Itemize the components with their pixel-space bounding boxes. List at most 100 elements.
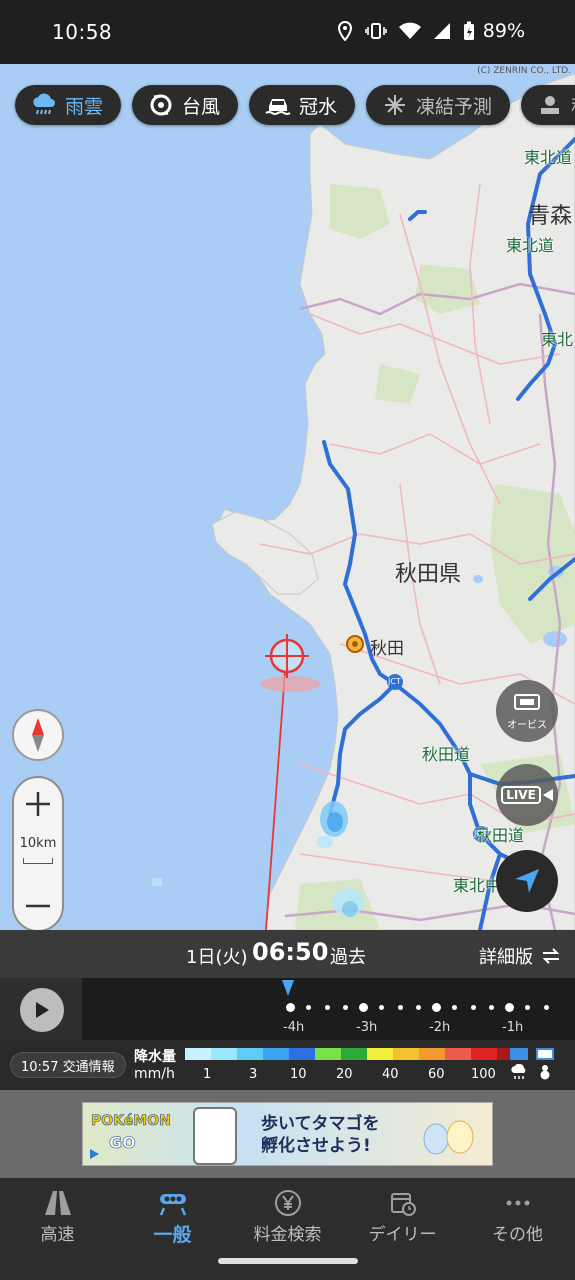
weather-map[interactable]: (C) ZENRIN CO., LTD. 青森 東北道 東北道 東北 秋田県 秋… xyxy=(0,64,575,930)
ad-brand-line1: POKéMON xyxy=(91,1113,171,1130)
rain-icon xyxy=(511,1064,526,1079)
yen-icon xyxy=(274,1188,302,1218)
crosshair-marker xyxy=(265,634,309,678)
traffic-signal-icon xyxy=(158,1188,188,1218)
map-canvas xyxy=(152,73,575,930)
timeline-dot[interactable] xyxy=(432,1003,441,1012)
battery-icon xyxy=(463,21,474,40)
target-shadow xyxy=(260,676,320,692)
nav-item-highway[interactable]: 高速 xyxy=(0,1188,115,1245)
nav-item-daily[interactable]: デイリー xyxy=(345,1188,460,1245)
nav-label: デイリー xyxy=(368,1225,437,1245)
nav-item-general[interactable]: 一般 xyxy=(115,1188,230,1247)
lake xyxy=(473,575,483,583)
plus-icon xyxy=(26,792,50,816)
chip-flooding[interactable]: 冠水 xyxy=(249,85,356,125)
speed-camera-icon xyxy=(514,693,540,710)
typhoon-icon xyxy=(148,92,174,118)
time-state: 過去 xyxy=(330,947,366,968)
timeline-dot[interactable] xyxy=(525,1005,531,1010)
zoom-out-button[interactable] xyxy=(14,882,62,930)
timeline-tick: -2h xyxy=(429,1020,451,1035)
location-icon xyxy=(337,21,352,41)
map-label-road: 東北 xyxy=(541,330,574,349)
chip-typhoon[interactable]: 台風 xyxy=(132,85,239,125)
chip-label: 凍結予測 xyxy=(416,95,493,118)
orbis-label: オービス xyxy=(507,719,547,731)
compass-button[interactable] xyxy=(12,709,64,761)
timeline-dot[interactable] xyxy=(306,1005,312,1010)
timeline-dot[interactable] xyxy=(342,1005,348,1010)
chip-label: 雨雲 xyxy=(65,95,104,118)
snow-legend-swatch xyxy=(536,1048,554,1060)
nav-item-more[interactable]: その他 xyxy=(460,1188,575,1245)
map-label-jct: JCT xyxy=(388,677,401,686)
ad-copy-line: 歩いてタマゴを xyxy=(261,1114,380,1134)
ad-brand-line2: GO xyxy=(109,1133,136,1153)
timeline-dot[interactable] xyxy=(543,1005,549,1010)
timeline-slider[interactable]: -4h -3h -2h -1h xyxy=(82,978,575,1040)
precipitation-legend: 10:57 交通情報 降水量 mm/h 1 3 10 20 40 60 100 xyxy=(0,1040,575,1090)
wifi-icon xyxy=(398,22,421,39)
map-scale: 10km xyxy=(19,836,57,851)
chip-rain-cloud[interactable]: 雨雲 xyxy=(15,85,122,125)
map-label-akita-pref: 秋田県 xyxy=(395,562,462,587)
snowflake-icon xyxy=(382,92,408,118)
legend-swatch xyxy=(419,1048,445,1060)
legend-value: 60 xyxy=(428,1067,445,1082)
legend-swatch xyxy=(185,1048,211,1060)
timeline-dot[interactable] xyxy=(324,1005,330,1010)
legend-value: 100 xyxy=(471,1067,496,1082)
legend-swatch xyxy=(211,1048,237,1060)
detail-version-button[interactable]: 詳細版 xyxy=(479,943,561,969)
current-location-button[interactable] xyxy=(496,850,558,912)
live-camera-button[interactable]: LIVE xyxy=(496,764,558,826)
nav-label: 料金検索 xyxy=(253,1225,322,1245)
ad-area: POKéMON GO 歩いてタマゴを 孵化させよう! xyxy=(0,1090,575,1178)
flooded-car-icon xyxy=(265,92,291,118)
legend-swatch xyxy=(393,1048,419,1060)
traffic-info-badge[interactable]: 10:57 交通情報 xyxy=(10,1052,126,1078)
navigation-arrow-icon xyxy=(515,869,539,893)
ad-banner[interactable]: POKéMON GO 歩いてタマゴを 孵化させよう! xyxy=(82,1102,493,1166)
live-label: LIVE xyxy=(501,786,541,804)
timeline-dot[interactable] xyxy=(286,1003,295,1012)
chip-freeze-forecast[interactable]: 凍結予測 xyxy=(366,85,511,125)
timeline-dot[interactable] xyxy=(488,1005,494,1010)
timeline-dot[interactable] xyxy=(397,1005,403,1010)
orbis-button[interactable]: オービス xyxy=(496,680,558,742)
time-clock: 06:50 xyxy=(252,938,329,966)
legend-unit: mm/h xyxy=(134,1066,175,1082)
calendar-clock-icon xyxy=(389,1188,417,1218)
status-bar: 10:58 89% xyxy=(0,0,575,64)
play-button[interactable] xyxy=(20,988,64,1032)
nav-label: 一般 xyxy=(153,1224,192,1246)
timeline-dot[interactable] xyxy=(415,1005,421,1010)
timeline-dot[interactable] xyxy=(470,1005,476,1010)
legend-value: 40 xyxy=(382,1067,399,1082)
home-indicator[interactable] xyxy=(218,1258,358,1264)
legend-swatch xyxy=(263,1048,289,1060)
timeline: -4h -3h -2h -1h xyxy=(0,978,575,1040)
map-label-road: 秋田道 xyxy=(422,745,471,764)
timeline-current-marker[interactable] xyxy=(282,978,294,998)
ad-copy: 歩いてタマゴを 孵化させよう! xyxy=(261,1113,380,1157)
zoom-in-button[interactable] xyxy=(14,780,62,828)
legend-value: 3 xyxy=(249,1067,258,1082)
timeline-dot[interactable] xyxy=(379,1005,385,1010)
timeline-dot[interactable] xyxy=(452,1005,458,1010)
legend-swatch xyxy=(315,1048,341,1060)
rain-legend-swatch xyxy=(510,1048,528,1060)
snowman-icon xyxy=(540,1065,550,1080)
timeline-tick: -4h xyxy=(283,1020,305,1035)
legend-swatch xyxy=(471,1048,497,1060)
chip-snow-accumulation[interactable]: 積 xyxy=(521,85,575,125)
timeline-dot[interactable] xyxy=(505,1003,514,1012)
ad-choices-icon[interactable] xyxy=(87,1147,101,1161)
minus-icon xyxy=(26,904,50,908)
nav-item-toll-search[interactable]: 料金検索 xyxy=(230,1188,345,1245)
timeline-dot[interactable] xyxy=(359,1003,368,1012)
chip-label: 台風 xyxy=(182,95,221,118)
lake xyxy=(543,631,567,647)
map-label-akita-city: 秋田 xyxy=(370,639,404,659)
